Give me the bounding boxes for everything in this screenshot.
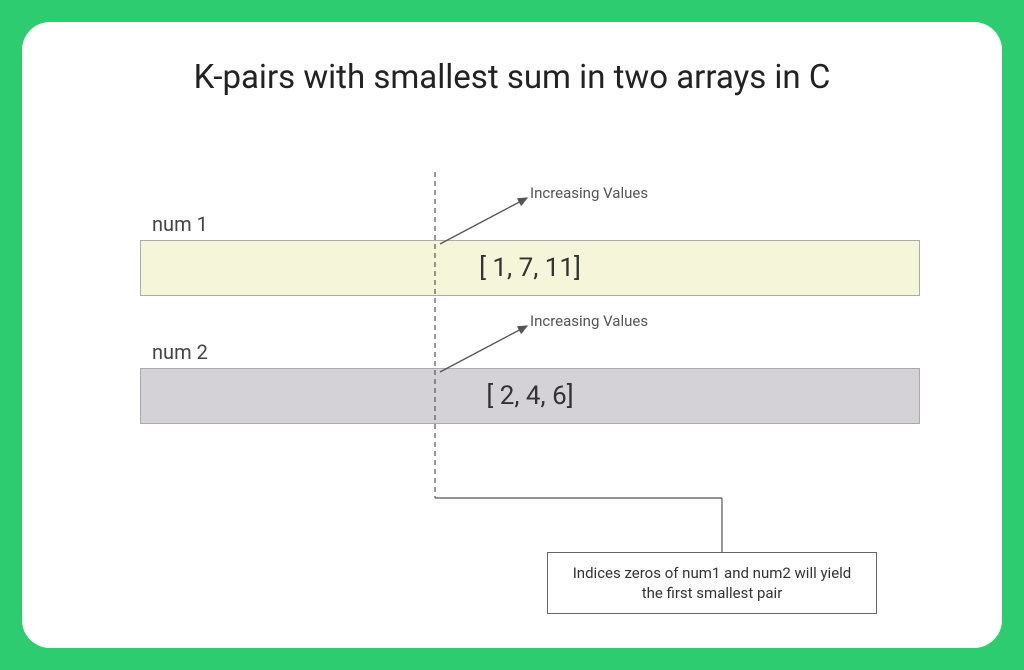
array2-label: num 2 — [152, 340, 208, 364]
arrow-increasing-1 — [440, 198, 527, 244]
increasing-label-2: Increasing Values — [530, 312, 648, 330]
array1-label: num 1 — [152, 212, 208, 236]
arrow-increasing-2 — [440, 326, 527, 372]
array2-content: [ 2, 4, 6] — [486, 381, 573, 411]
increasing-label-1: Increasing Values — [530, 184, 648, 202]
inner-card: K-pairs with smallest sum in two arrays … — [22, 22, 1002, 648]
caption-text: Indices zeros of num1 and num2 will yiel… — [564, 563, 860, 604]
caption-box: Indices zeros of num1 and num2 will yiel… — [547, 552, 877, 614]
array1-box: [ 1, 7, 11] — [140, 240, 920, 296]
array2-box: [ 2, 4, 6] — [140, 368, 920, 424]
array1-content: [ 1, 7, 11] — [479, 253, 581, 283]
page-title: K-pairs with smallest sum in two arrays … — [22, 58, 1002, 97]
outer-frame: K-pairs with smallest sum in two arrays … — [0, 0, 1024, 670]
